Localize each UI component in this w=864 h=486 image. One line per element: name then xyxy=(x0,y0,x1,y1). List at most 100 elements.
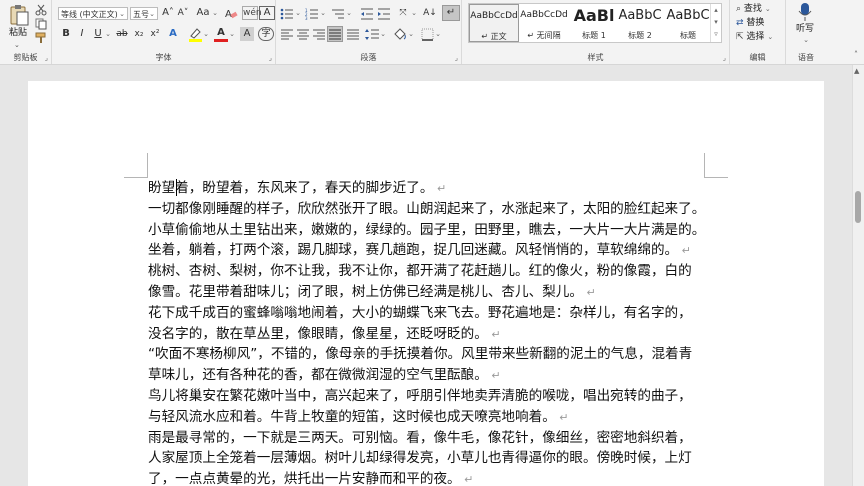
document-line[interactable]: 与轻风流水应和着。牛背上牧童的短笛，这时候也成天嘹亮地响着。 ↵ xyxy=(148,407,569,428)
scrollbar-thumb[interactable] xyxy=(855,191,861,223)
align-right-icon[interactable] xyxy=(313,29,325,40)
document-line[interactable]: 像雪。花里带着甜味儿；闭了眼，树上仿佛已经满是桃儿、杏儿、梨儿。 ↵ xyxy=(148,282,596,303)
align-center-icon[interactable] xyxy=(297,29,309,40)
font-size-select[interactable]: 五号 ⌄ xyxy=(130,7,158,20)
subscript-button[interactable]: x₂ xyxy=(132,27,146,41)
multilevel-list-icon[interactable] xyxy=(331,8,345,20)
document-line[interactable]: 小草偷偷地从土里钻出来，嫩嫩的，绿绿的。园子里，田野里，瞧去，一大片一大片满是的… xyxy=(148,220,705,240)
paste-dropdown-icon[interactable]: ⌄ xyxy=(14,38,20,52)
align-left-icon[interactable] xyxy=(281,29,293,40)
justify-button[interactable] xyxy=(327,26,343,42)
line-text: 了，一点点黄晕的光，烘托出一片安静而和平的夜。 xyxy=(148,471,461,486)
document-line[interactable]: 鸟儿将巢安在繁花嫩叶当中，高兴起来了，呼朋引伴地卖弄清脆的喉咙，唱出宛转的曲子， xyxy=(148,386,692,406)
char-border-button[interactable]: A xyxy=(259,6,275,20)
styles-scroll[interactable]: ▴ ▾ ▿ xyxy=(710,4,721,42)
document-line[interactable]: 盼望着，盼望着，东风来了，春天的脚步近了。 ↵ xyxy=(148,178,446,199)
scroll-up-icon[interactable]: ▲ xyxy=(854,67,859,75)
distributed-icon[interactable] xyxy=(347,29,359,40)
find-button[interactable]: ⌕ 查找 ⌄ xyxy=(736,2,771,16)
paragraph-group: ⌄ 123 ⌄ ⌄ ⤧ ⌄ A↓ ↵ ⌄ ⌄ ⌄ 段落 ⌟ xyxy=(276,0,462,64)
shading-icon[interactable] xyxy=(393,28,407,41)
replace-button[interactable]: ⇄ 替换 xyxy=(736,16,764,30)
line-text: 一切都像刚睡醒的样子，欣欣然张开了眼。山朗润起来了，水涨起来了，太阳的脸红起来了… xyxy=(148,200,706,217)
document-line[interactable]: 雨是最寻常的，一下就是三两天。可别恼。看，像牛毛，像花针，像细丝，密密地斜织着， xyxy=(148,428,692,448)
text-effects-button[interactable]: A xyxy=(166,27,180,41)
styles-launcher-icon[interactable]: ⌟ xyxy=(723,54,726,62)
line-text: 花下成千成百的蜜蜂嗡嗡地闹着，大小的蝴蝶飞来飞去。野花遍地是：杂样儿，有名字的， xyxy=(148,304,692,321)
numbering-icon[interactable]: 123 xyxy=(305,8,319,20)
underline-dropdown-icon[interactable]: ⌄ xyxy=(104,27,112,41)
font-color-button[interactable]: A xyxy=(214,26,228,42)
borders-dropdown-icon[interactable]: ⌄ xyxy=(434,27,442,41)
numbering-dropdown-icon[interactable]: ⌄ xyxy=(319,6,327,20)
shading-dropdown-icon[interactable]: ⌄ xyxy=(407,27,415,41)
style-heading-2[interactable]: AaBbC 标题 2 xyxy=(615,4,665,42)
increase-indent-icon[interactable] xyxy=(377,8,391,20)
document-line[interactable]: 草味儿，还有各种花的香，都在微微润湿的空气里酝酿。 ↵ xyxy=(148,365,501,386)
shrink-font-button[interactable]: A˅ xyxy=(176,6,190,20)
paragraph-mark-icon: ↵ xyxy=(433,182,447,195)
document-page[interactable]: 盼望着，盼望着，东风来了，春天的脚步近了。 ↵ 一切都像刚睡醒的样子，欣欣然张开了… xyxy=(28,81,824,486)
document-line[interactable]: 坐着，躺着，打两个滚，踢几脚球，赛几趟跑，捉几回迷藏。风轻悄悄的，草软绵绵的。 … xyxy=(148,240,691,261)
bullets-icon[interactable] xyxy=(280,8,294,20)
clear-format-icon[interactable]: A xyxy=(224,7,238,20)
paragraph-mark-icon: ↵ xyxy=(555,410,569,424)
style-heading-1[interactable]: AaBl 标题 1 xyxy=(569,4,619,42)
style-title[interactable]: AaBbC 标题 xyxy=(663,4,713,42)
chinese-layout-dropdown-icon[interactable]: ⌄ xyxy=(410,6,418,20)
clipboard-launcher-icon[interactable]: ⌟ xyxy=(45,54,48,62)
styles-group-label: 样式 xyxy=(587,53,604,62)
paragraph-launcher-icon[interactable]: ⌟ xyxy=(455,54,458,62)
borders-icon[interactable] xyxy=(421,28,434,41)
bold-button[interactable]: B xyxy=(60,27,72,41)
phonetic-guide-button[interactable]: wén xyxy=(242,6,262,20)
document-line[interactable]: 花下成千成百的蜜蜂嗡嗡地闹着，大小的蝴蝶飞来飞去。野花遍地是：杂样儿，有名字的， xyxy=(148,303,692,323)
collapse-ribbon-icon[interactable]: ˄ xyxy=(850,48,862,62)
style-no-spacing[interactable]: AaBbCcDd ↵ 无间隔 xyxy=(519,4,569,42)
font-launcher-icon[interactable]: ⌟ xyxy=(269,54,272,62)
styles-up-icon[interactable]: ▴ xyxy=(711,4,721,16)
enclose-char-button[interactable]: 字 xyxy=(258,27,274,41)
document-line[interactable]: 没名字的，散在草丛里，像眼睛，像星星，还眨呀眨的。 ↵ xyxy=(148,324,501,345)
styles-down-icon[interactable]: ▾ xyxy=(711,16,721,28)
style-no-spacing-label: ↵ 无间隔 xyxy=(527,31,561,40)
superscript-button[interactable]: x² xyxy=(148,27,162,41)
bullets-dropdown-icon[interactable]: ⌄ xyxy=(294,6,302,20)
document-line[interactable]: 桃树、杏树、梨树，你不让我，我不让你，都开满了花赶趟儿。红的像火，粉的像霞，白的 xyxy=(148,261,692,281)
line-spacing-icon[interactable] xyxy=(365,28,379,41)
styles-gallery: AaBbCcDd ↵ 正文 AaBbCcDd ↵ 无间隔 AaBl 标题 1 A… xyxy=(468,3,722,43)
vertical-scrollbar[interactable]: ▲ xyxy=(852,65,864,486)
char-shading-button[interactable]: A xyxy=(240,27,254,41)
multilevel-dropdown-icon[interactable]: ⌄ xyxy=(345,6,353,20)
decrease-indent-icon[interactable] xyxy=(360,8,374,20)
change-case-dropdown-icon[interactable]: ⌄ xyxy=(210,6,220,20)
cut-icon[interactable] xyxy=(35,4,47,16)
strikethrough-button[interactable]: ab xyxy=(114,27,130,41)
italic-button[interactable]: I xyxy=(76,27,88,41)
document-line[interactable]: “吹面不寒杨柳风”，不错的，像母亲的手抚摸着你。风里带来些新翻的泥土的气息，混着… xyxy=(148,344,692,364)
font-name-select[interactable]: 等线 (中文正文) ⌄ xyxy=(58,7,128,20)
document-line[interactable]: 一切都像刚睡醒的样子，欣欣然张开了眼。山朗润起来了，水涨起来了，太阳的脸红起来了… xyxy=(148,199,705,219)
chinese-layout-button[interactable]: ⤧ xyxy=(395,6,411,20)
editing-group: ⌕ 查找 ⌄ ⇄ 替换 ⇱ 选择 ⌄ 编辑 xyxy=(730,0,786,64)
ribbon: 粘贴 ⌄ 剪贴板 ⌟ 等线 (中文正文) ⌄ 五号 ⌄ A˄ A˅ Aa ⌄ A xyxy=(0,0,864,65)
select-button[interactable]: ⇱ 选择 ⌄ xyxy=(736,30,773,44)
highlight-dropdown-icon[interactable]: ⌄ xyxy=(202,27,210,41)
underline-button[interactable]: U xyxy=(92,27,104,41)
style-normal[interactable]: AaBbCcDd ↵ 正文 xyxy=(469,4,519,42)
show-marks-button[interactable]: ↵ xyxy=(442,5,460,21)
document-line[interactable]: 了，一点点黄晕的光，烘托出一片安静而和平的夜。 ↵ xyxy=(148,469,473,486)
line-spacing-dropdown-icon[interactable]: ⌄ xyxy=(379,27,387,41)
font-color-dropdown-icon[interactable]: ⌄ xyxy=(228,27,236,41)
copy-icon[interactable] xyxy=(35,18,47,30)
grow-font-button[interactable]: A˄ xyxy=(161,6,175,20)
styles-more-icon[interactable]: ▿ xyxy=(711,28,721,40)
sort-button[interactable]: A↓ xyxy=(423,6,437,20)
microphone-icon[interactable] xyxy=(798,2,812,22)
paste-icon[interactable] xyxy=(8,4,30,26)
dictate-dropdown-icon[interactable]: ⌄ xyxy=(802,33,810,47)
format-painter-icon[interactable] xyxy=(35,32,47,44)
line-text: 雨是最寻常的，一下就是三两天。可别恼。看，像牛毛，像花针，像细丝，密密地斜织着， xyxy=(148,429,692,446)
style-title-preview: AaBbC xyxy=(666,8,710,23)
document-line[interactable]: 人家屋顶上全笼着一层薄烟。树叶儿却绿得发亮，小草儿也青得逼你的眼。傍晚时候，上灯 xyxy=(148,448,692,468)
